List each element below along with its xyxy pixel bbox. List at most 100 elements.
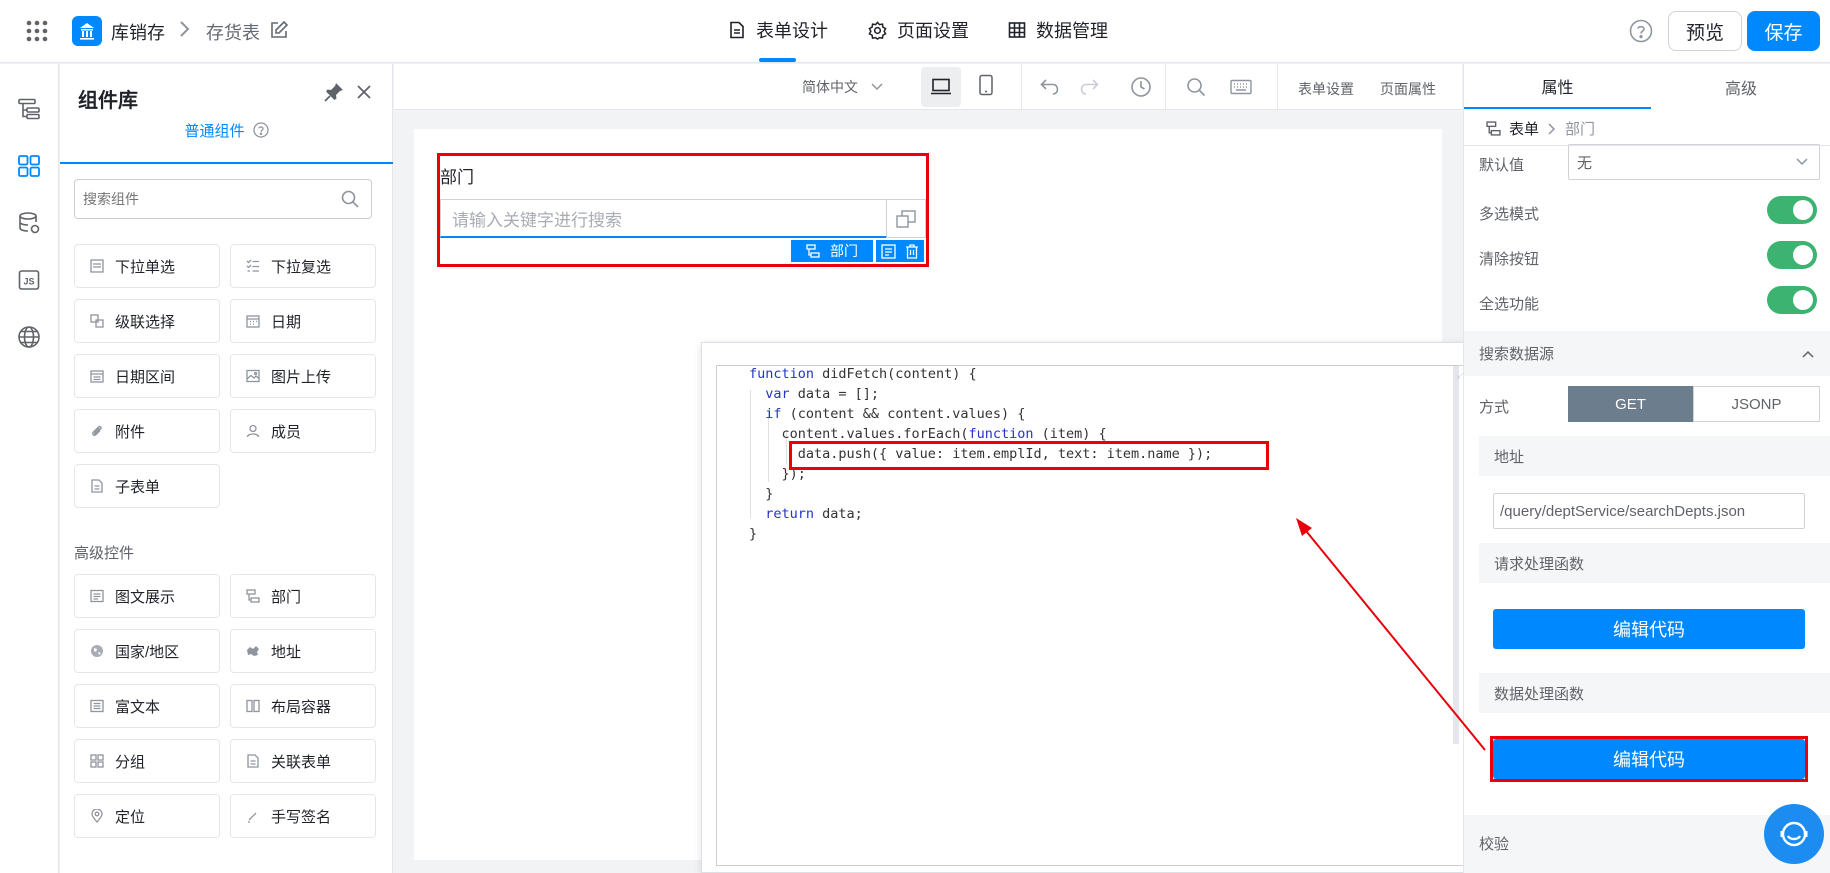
pin-icon[interactable] <box>323 81 345 103</box>
component-signature[interactable]: 手写签名 <box>230 794 376 838</box>
left-rail: JS <box>0 64 59 873</box>
search-source-section[interactable]: 搜索数据源 <box>1464 331 1830 376</box>
text-block-icon <box>89 588 105 604</box>
component-group[interactable]: 分组 <box>74 739 220 783</box>
component-attachment[interactable]: 附件 <box>74 409 220 453</box>
phone-icon <box>979 74 993 96</box>
default-value-select[interactable]: 无 <box>1568 144 1820 180</box>
component-member[interactable]: 成员 <box>230 409 376 453</box>
page-name: 存货表 <box>206 23 260 43</box>
component-cascade[interactable]: 级联选择 <box>74 299 220 343</box>
search-input[interactable] <box>74 179 372 219</box>
tab-page-settings[interactable]: 页面设置 <box>868 17 969 43</box>
page-properties-link[interactable]: 页面属性 <box>1380 79 1436 99</box>
component-rich-display[interactable]: 图文展示 <box>74 574 220 618</box>
component-linked-form[interactable]: 关联表单 <box>230 739 376 783</box>
code-line: } <box>749 526 758 542</box>
active-tab-indicator <box>759 58 796 62</box>
paperclip-icon <box>89 423 105 439</box>
code-editor-popup: × ⤢ function didFetch(content) { var dat… <box>701 342 1476 873</box>
code-line: function didFetch(content) { <box>749 366 977 382</box>
panel-title: 组件库 <box>78 90 138 112</box>
method-get-button[interactable]: GET <box>1568 386 1693 422</box>
default-value: 无 <box>1577 154 1593 172</box>
laptop-icon <box>931 78 951 95</box>
top-bar: 库销存 存货表 表单设计 页面设置 数据管理 预览 保存 <box>0 0 1830 63</box>
search-icon[interactable] <box>1186 77 1206 97</box>
component-dropdown-single[interactable]: 下拉单选 <box>74 244 220 288</box>
multi-select-toggle[interactable] <box>1767 196 1817 224</box>
subform-icon <box>89 478 105 494</box>
component-rich-text[interactable]: 富文本 <box>74 684 220 728</box>
desktop-view-button[interactable] <box>921 67 961 107</box>
edit-request-code-button[interactable]: 编辑代码 <box>1493 609 1805 649</box>
component-subform[interactable]: 子表单 <box>74 464 220 508</box>
method-jsonp-button[interactable]: JSONP <box>1693 386 1820 422</box>
outline-tree-icon[interactable] <box>17 97 41 121</box>
pen-icon <box>245 808 261 824</box>
tab-label: 数据管理 <box>1036 21 1108 41</box>
component-label: 附件 <box>115 423 146 441</box>
component-location[interactable]: 定位 <box>74 794 220 838</box>
breadcrumb-root[interactable]: 表单 <box>1509 118 1539 139</box>
tab-advanced[interactable]: 高级 <box>1651 64 1830 109</box>
form-settings-link[interactable]: 表单设置 <box>1298 79 1354 99</box>
component-layout[interactable]: 布局容器 <box>230 684 376 728</box>
component-label: 下拉复选 <box>271 258 332 276</box>
user-icon <box>245 423 261 439</box>
component-address[interactable]: 地址 <box>230 629 376 673</box>
checklist-icon <box>245 258 261 274</box>
section-title: 搜索数据源 <box>1479 346 1555 363</box>
close-icon[interactable] <box>355 83 373 101</box>
dropdown-icon <box>89 258 105 274</box>
tab-form-design[interactable]: 表单设计 <box>728 17 828 43</box>
keyboard-icon[interactable] <box>1230 79 1252 95</box>
app-grid-icon[interactable] <box>26 20 48 42</box>
component-label: 日期区间 <box>115 368 176 386</box>
component-date[interactable]: 日期 <box>230 299 376 343</box>
tab-properties[interactable]: 属性 <box>1464 64 1651 109</box>
component-image-upload[interactable]: 图片上传 <box>230 354 376 398</box>
section-title: 地址 <box>1494 448 1525 466</box>
preview-button[interactable]: 预览 <box>1668 11 1742 51</box>
chevron-right-icon <box>177 18 191 40</box>
search-icon[interactable] <box>341 190 359 208</box>
scrollbar[interactable] <box>1453 366 1459 744</box>
history-icon[interactable] <box>1130 76 1152 98</box>
save-button[interactable]: 保存 <box>1747 11 1820 51</box>
breadcrumb-leaf: 部门 <box>1565 121 1596 138</box>
component-label: 下拉单选 <box>115 258 176 276</box>
select-all-toggle[interactable] <box>1767 286 1817 314</box>
support-chat-button[interactable] <box>1764 804 1824 864</box>
highlight-box-field <box>437 153 929 267</box>
component-label: 手写签名 <box>271 808 332 826</box>
globe-icon <box>89 643 105 659</box>
component-dropdown-multi[interactable]: 下拉复选 <box>230 244 376 288</box>
component-date-range[interactable]: 日期区间 <box>74 354 220 398</box>
globe-icon[interactable] <box>17 325 41 349</box>
tab-common-components[interactable]: 普通组件 <box>60 114 393 146</box>
canvas-toolbar: 简体中文 表单设置 页面属性 <box>394 64 1462 110</box>
database-icon[interactable] <box>17 211 41 235</box>
component-country[interactable]: 国家/地区 <box>74 629 220 673</box>
redo-icon[interactable] <box>1078 77 1100 97</box>
mobile-view-button[interactable] <box>978 74 994 96</box>
help-icon[interactable] <box>252 122 269 138</box>
language-select[interactable]: 简体中文 <box>802 77 884 97</box>
address-input[interactable]: /query/deptService/searchDepts.json <box>1493 493 1805 529</box>
advanced-section-title: 高级控件 <box>74 545 135 562</box>
js-icon[interactable]: JS <box>17 268 41 292</box>
clear-button-toggle[interactable] <box>1767 241 1817 269</box>
calendar-range-icon <box>89 368 105 384</box>
component-department[interactable]: 部门 <box>230 574 376 618</box>
code-line: content.values.forEach(function (item) { <box>749 426 1107 442</box>
properties-panel: 属性 高级 表单 部门 默认值 无 多选模式 清除按钮 全选功能 搜索数据源 方… <box>1463 64 1830 873</box>
edit-icon[interactable] <box>269 20 289 40</box>
app-name[interactable]: 库销存 <box>111 19 165 45</box>
components-icon[interactable] <box>17 154 41 178</box>
tab-data-management[interactable]: 数据管理 <box>1008 17 1108 43</box>
component-label: 布局容器 <box>271 698 332 716</box>
search-field[interactable] <box>83 191 323 207</box>
undo-icon[interactable] <box>1039 77 1061 97</box>
help-icon[interactable] <box>1629 19 1653 43</box>
